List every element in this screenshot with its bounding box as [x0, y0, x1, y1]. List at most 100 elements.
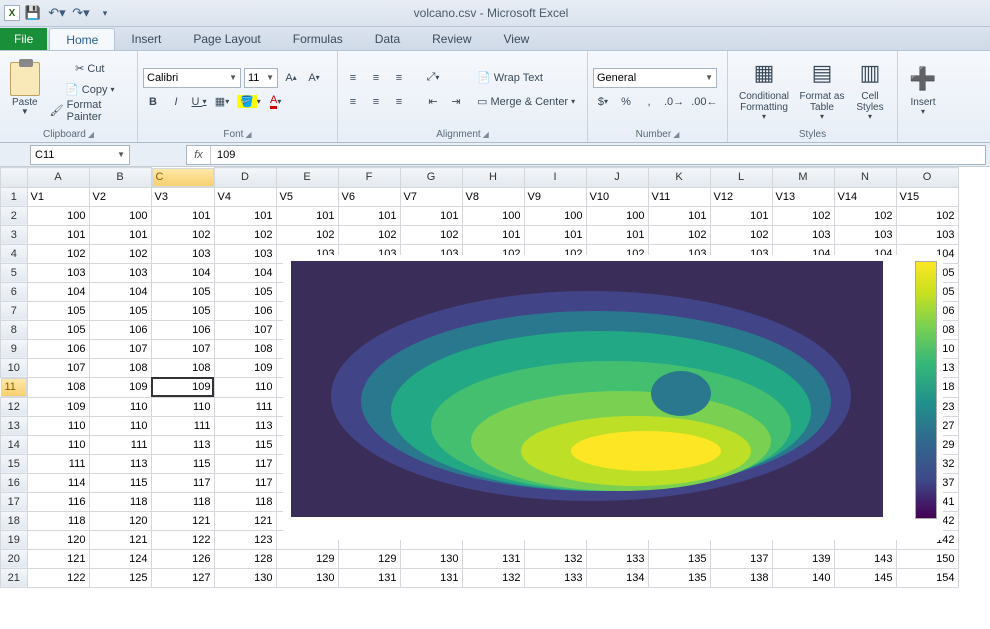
cell[interactable]: 131 [338, 568, 400, 587]
align-middle-button[interactable]: ≡ [366, 68, 386, 88]
column-header[interactable]: C [152, 168, 214, 187]
cell[interactable]: 135 [648, 568, 710, 587]
cell[interactable]: 109 [89, 377, 151, 397]
cell[interactable]: 108 [27, 377, 89, 397]
cell[interactable]: V8 [462, 187, 524, 206]
decrease-font-button[interactable]: A▾ [304, 68, 324, 88]
cell[interactable]: 101 [400, 206, 462, 225]
cell[interactable]: 118 [214, 492, 276, 511]
cell[interactable]: 129 [276, 549, 338, 568]
wrap-text-button[interactable]: 📄 Wrap Text [475, 68, 585, 88]
cell[interactable]: V7 [400, 187, 462, 206]
cell[interactable]: 106 [214, 301, 276, 320]
row-header[interactable]: 3 [1, 225, 28, 244]
cell[interactable]: 150 [896, 549, 958, 568]
cell[interactable]: 101 [524, 225, 586, 244]
cell[interactable]: 101 [214, 206, 276, 225]
format-painter-button[interactable]: 🖌 Format Painter [48, 101, 132, 121]
column-header[interactable]: A [27, 168, 89, 188]
cell[interactable]: 115 [214, 435, 276, 454]
cell[interactable]: 113 [151, 435, 214, 454]
qat-customize-icon[interactable]: ▾ [94, 2, 116, 24]
cell[interactable]: 103 [772, 225, 834, 244]
redo-icon[interactable]: ↷▾ [70, 2, 92, 24]
conditional-formatting-button[interactable]: ▦ Conditional Formatting▾ [733, 56, 795, 124]
row-header[interactable]: 16 [1, 473, 28, 492]
cell[interactable]: 124 [89, 549, 151, 568]
column-header[interactable]: E [276, 168, 338, 188]
cell[interactable]: 100 [586, 206, 648, 225]
column-header[interactable]: N [834, 168, 896, 188]
tab-data[interactable]: Data [359, 28, 416, 50]
tab-review[interactable]: Review [416, 28, 487, 50]
row-header[interactable]: 19 [1, 530, 28, 549]
increase-font-button[interactable]: A▴ [281, 68, 301, 88]
name-box[interactable]: C11▼ [30, 145, 130, 165]
row-header[interactable]: 12 [1, 397, 28, 416]
align-top-button[interactable]: ≡ [343, 68, 363, 88]
cell[interactable]: 117 [151, 473, 214, 492]
cell[interactable]: 105 [27, 320, 89, 339]
cell[interactable]: 123 [214, 530, 276, 549]
cell[interactable]: 105 [27, 301, 89, 320]
format-as-table-button[interactable]: ▤ Format as Table▾ [798, 56, 846, 124]
row-header[interactable]: 13 [1, 416, 28, 435]
cell[interactable]: 118 [89, 492, 151, 511]
cell[interactable]: 102 [89, 244, 151, 263]
column-header[interactable]: D [214, 168, 276, 188]
cell[interactable]: 102 [27, 244, 89, 263]
italic-button[interactable]: I [166, 92, 186, 112]
tab-formulas[interactable]: Formulas [277, 28, 359, 50]
cell[interactable]: 131 [400, 568, 462, 587]
cell[interactable]: 105 [89, 301, 151, 320]
paste-button[interactable]: Paste ▼ [5, 56, 45, 124]
cell[interactable]: 134 [586, 568, 648, 587]
cell[interactable]: 102 [400, 225, 462, 244]
cell[interactable]: V15 [896, 187, 958, 206]
cell[interactable]: 102 [276, 225, 338, 244]
cell[interactable]: 114 [27, 473, 89, 492]
cell[interactable]: 121 [214, 511, 276, 530]
cell[interactable]: 101 [462, 225, 524, 244]
row-header[interactable]: 11 [1, 378, 27, 397]
row-header[interactable]: 1 [1, 187, 28, 206]
copy-button[interactable]: 📄 Copy ▾ [48, 80, 132, 100]
row-header[interactable]: 4 [1, 244, 28, 263]
cut-button[interactable]: Cut [48, 59, 132, 79]
cell-styles-button[interactable]: ▥ Cell Styles▾ [849, 56, 891, 124]
cell[interactable]: 117 [214, 473, 276, 492]
align-bottom-button[interactable]: ≡ [389, 68, 409, 88]
cell[interactable]: 113 [214, 416, 276, 435]
cell[interactable]: 101 [89, 225, 151, 244]
number-format-select[interactable]: General▼ [593, 68, 717, 88]
column-header[interactable]: F [338, 168, 400, 188]
cell[interactable]: 105 [151, 301, 214, 320]
tab-view[interactable]: View [488, 28, 546, 50]
cell[interactable]: 140 [772, 568, 834, 587]
cell[interactable]: V10 [586, 187, 648, 206]
cell[interactable]: 106 [151, 320, 214, 339]
cell[interactable]: 102 [338, 225, 400, 244]
cell[interactable]: 133 [586, 549, 648, 568]
cell[interactable]: V1 [27, 187, 89, 206]
column-header[interactable]: O [896, 168, 958, 188]
cell[interactable]: 108 [214, 339, 276, 358]
cell[interactable]: V6 [338, 187, 400, 206]
cell[interactable]: 110 [151, 397, 214, 416]
cell[interactable]: 102 [710, 225, 772, 244]
percent-button[interactable]: % [616, 92, 636, 112]
row-header[interactable]: 7 [1, 301, 28, 320]
cell[interactable]: 104 [89, 282, 151, 301]
cell[interactable]: 121 [89, 530, 151, 549]
fill-color-button[interactable]: 🪣▾ [235, 92, 263, 112]
cell[interactable]: 154 [896, 568, 958, 587]
cell[interactable]: 117 [214, 454, 276, 473]
cell[interactable]: 133 [524, 568, 586, 587]
cell[interactable]: V11 [648, 187, 710, 206]
row-header[interactable]: 18 [1, 511, 28, 530]
cell[interactable]: 105 [214, 282, 276, 301]
cell[interactable]: V9 [524, 187, 586, 206]
cell[interactable]: 104 [151, 263, 214, 282]
column-header[interactable]: H [462, 168, 524, 188]
cell[interactable]: 107 [89, 339, 151, 358]
